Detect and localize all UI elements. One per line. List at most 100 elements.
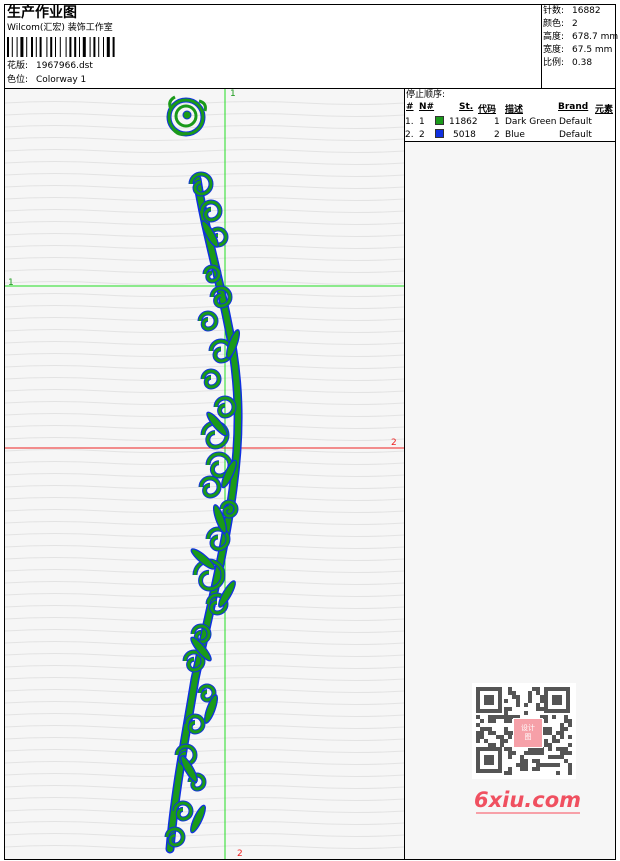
guide-horizontal-red-label: 2 bbox=[391, 438, 397, 448]
barcode-bar bbox=[106, 37, 110, 57]
qr-module bbox=[480, 719, 484, 723]
qr-module bbox=[536, 687, 540, 691]
qr-module bbox=[476, 715, 480, 719]
qr-module bbox=[564, 759, 568, 763]
stat-width-value: 67.5 mm bbox=[572, 45, 613, 55]
qr-module bbox=[560, 731, 564, 735]
qr-module bbox=[536, 707, 540, 711]
qr-module bbox=[508, 687, 512, 691]
qr-module bbox=[556, 731, 560, 735]
qr-module bbox=[536, 767, 540, 771]
qr-module bbox=[492, 719, 496, 723]
qr-module bbox=[524, 763, 528, 767]
qr-module bbox=[560, 727, 564, 731]
qr-module bbox=[556, 755, 560, 759]
qr-module bbox=[476, 723, 480, 727]
qr-module bbox=[504, 771, 508, 775]
row-stitches: 5018 bbox=[453, 130, 476, 140]
row-index: 1. bbox=[405, 117, 414, 127]
design-label: 花版: bbox=[7, 61, 29, 71]
texture-line bbox=[5, 593, 404, 597]
qr-module bbox=[544, 763, 548, 767]
col-element: 元素 bbox=[595, 105, 614, 115]
texture-line bbox=[5, 161, 404, 165]
texture-line bbox=[5, 137, 404, 141]
row-brand: Default bbox=[559, 117, 592, 127]
barcode-bar bbox=[35, 37, 37, 57]
qr-module bbox=[508, 747, 512, 751]
texture-line bbox=[5, 449, 404, 453]
qr-module bbox=[544, 731, 548, 735]
qr-module bbox=[568, 767, 572, 771]
qr-module bbox=[488, 727, 492, 731]
watermark-swoosh bbox=[476, 812, 580, 814]
studio-name: Wilcom(汇宏) 装饰工作室 bbox=[7, 23, 113, 33]
col-code: 代码 bbox=[478, 105, 497, 115]
stat-width-label: 宽度: bbox=[543, 45, 565, 55]
qr-module bbox=[536, 759, 540, 763]
barcode-bar bbox=[65, 37, 67, 57]
qr-module bbox=[532, 751, 536, 755]
texture-line bbox=[5, 245, 404, 249]
qr-module bbox=[564, 719, 568, 723]
barcode-bar bbox=[93, 37, 96, 57]
texture-line bbox=[5, 401, 404, 405]
colorway-name: Colorway 1 bbox=[36, 75, 87, 85]
texture-line bbox=[5, 845, 404, 849]
qr-module bbox=[508, 715, 512, 719]
qr-module bbox=[552, 739, 556, 743]
qr-module bbox=[476, 731, 480, 735]
qr-module bbox=[536, 691, 540, 695]
qr-module bbox=[500, 743, 504, 747]
texture-line bbox=[5, 737, 404, 741]
thread-swatch-green bbox=[435, 116, 444, 125]
texture-line bbox=[5, 473, 404, 477]
texture-line bbox=[5, 149, 404, 153]
texture-line bbox=[5, 305, 404, 309]
qr-module bbox=[520, 759, 524, 763]
stat-colors-value: 2 bbox=[572, 19, 578, 29]
qr-module bbox=[500, 739, 504, 743]
qr-module bbox=[516, 695, 520, 699]
stat-scale-label: 比例: bbox=[543, 58, 565, 68]
texture-line bbox=[5, 497, 404, 501]
texture-line bbox=[5, 353, 404, 357]
qr-finder-core bbox=[484, 695, 494, 705]
row-code: 2 bbox=[494, 130, 500, 140]
qr-module bbox=[504, 739, 508, 743]
row-description: Blue bbox=[505, 130, 525, 140]
qr-module bbox=[524, 751, 528, 755]
qr-module bbox=[564, 727, 568, 731]
barcode-bar bbox=[11, 37, 13, 57]
qr-module bbox=[520, 755, 524, 759]
barcode-bar bbox=[79, 37, 80, 57]
qr-module bbox=[524, 759, 528, 763]
barcode-bar bbox=[103, 37, 104, 57]
barcode-bar bbox=[55, 37, 56, 57]
barcode-bar bbox=[26, 37, 28, 57]
qr-module bbox=[564, 747, 568, 751]
qr-module bbox=[532, 687, 536, 691]
guide-vertical-top-label: 1 bbox=[230, 89, 236, 99]
qr-module bbox=[560, 751, 564, 755]
qr-module bbox=[500, 735, 504, 739]
stat-scale-value: 0.38 bbox=[572, 58, 593, 68]
texture-line bbox=[5, 761, 404, 765]
qr-module bbox=[544, 727, 548, 731]
qr-module bbox=[516, 703, 520, 707]
watermark-text: 6xiu.com bbox=[474, 788, 582, 812]
design-canvas bbox=[5, 89, 404, 859]
qr-module bbox=[552, 763, 556, 767]
qr-module bbox=[488, 731, 492, 735]
texture-line bbox=[5, 125, 404, 129]
stat-colors-label: 颜色: bbox=[543, 19, 565, 29]
qr-module bbox=[552, 715, 556, 719]
qr-module bbox=[536, 751, 540, 755]
qr-module bbox=[520, 767, 524, 771]
texture-line bbox=[5, 437, 404, 441]
qr-module bbox=[540, 751, 544, 755]
qr-module bbox=[508, 691, 512, 695]
qr-module bbox=[508, 719, 512, 723]
qr-module bbox=[560, 747, 564, 751]
qr-module bbox=[500, 715, 504, 719]
